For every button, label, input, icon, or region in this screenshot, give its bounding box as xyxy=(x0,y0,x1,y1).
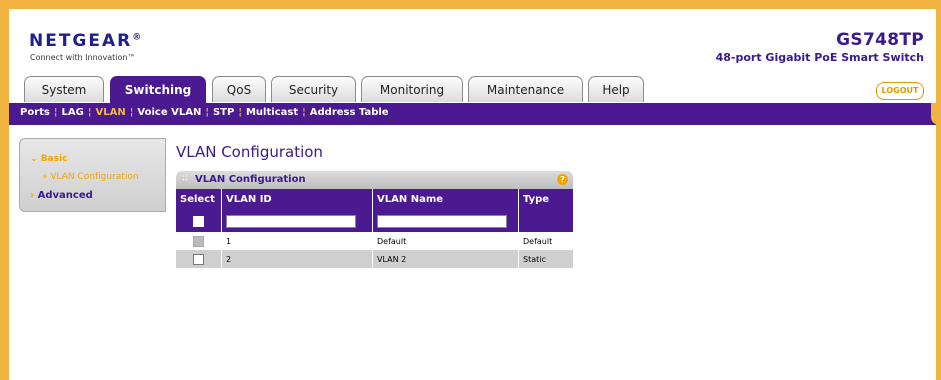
column-type: Type xyxy=(518,189,573,210)
subnav-separator: ¦ xyxy=(302,107,306,118)
new-entry-checkbox[interactable] xyxy=(193,215,204,227)
column-select: Select xyxy=(176,189,222,210)
chevron-right-icon: › xyxy=(30,190,38,201)
subnav-vlan[interactable]: VLAN xyxy=(96,107,126,118)
vlan-id-cell: 2 xyxy=(221,250,373,268)
tab-monitoring[interactable]: Monitoring xyxy=(361,76,463,102)
tab-help[interactable]: Help xyxy=(588,76,644,102)
subnav-address-table[interactable]: Address Table xyxy=(310,107,389,118)
tab-qos[interactable]: QoS xyxy=(212,76,266,102)
sub-navigation: Ports ¦ LAG ¦ VLAN ¦ Voice VLAN ¦ STP ¦ Multicast ¦… xyxy=(9,103,939,125)
header: NETGEAR® Connect with Innovation™ GS748T… xyxy=(9,9,936,74)
sidebar-item-vlan-configuration[interactable]: » VLAN Configuration xyxy=(42,172,139,182)
vlan-name-input[interactable] xyxy=(377,214,507,228)
vlan-type-cell: Static xyxy=(518,250,573,268)
subnav-separator: ¦ xyxy=(53,107,58,118)
vlan-table: Select VLAN ID VLAN Name Type 1 Default … xyxy=(176,189,573,268)
subnav-multicast[interactable]: Multicast xyxy=(246,107,298,118)
sidebar-item-basic[interactable]: ⌄ Basic xyxy=(30,154,67,164)
subnav-voice-vlan[interactable]: Voice VLAN xyxy=(137,107,201,118)
row-checkbox[interactable] xyxy=(193,253,204,265)
subnav-stp[interactable]: STP xyxy=(213,107,234,118)
sidebar: ⌄ Basic » VLAN Configuration › Advanced xyxy=(19,138,166,212)
table-row: 1 Default Default xyxy=(176,232,573,250)
chevron-down-icon: ⌄ xyxy=(30,154,41,164)
model-name: GS748TP xyxy=(836,30,924,50)
help-icon[interactable]: ? xyxy=(557,174,568,185)
type-cell xyxy=(518,210,573,232)
new-entry-row xyxy=(176,210,573,232)
vlan-id-input[interactable] xyxy=(226,214,356,228)
column-vlan-id: VLAN ID xyxy=(221,189,373,210)
vlan-type-cell: Default xyxy=(518,232,573,250)
panel-title: VLAN Configuration xyxy=(195,174,306,185)
subnav-separator: ¦ xyxy=(238,107,242,118)
right-border xyxy=(936,0,941,380)
tab-security[interactable]: Security xyxy=(271,76,356,102)
vlan-name-cell: Default xyxy=(372,232,519,250)
column-vlan-name: VLAN Name xyxy=(372,189,519,210)
subnav-lag[interactable]: LAG xyxy=(62,107,84,118)
subnav-separator: ¦ xyxy=(87,107,92,118)
left-border xyxy=(0,0,9,380)
tagline: Connect with Innovation™ xyxy=(30,53,136,62)
table-header-row: Select VLAN ID VLAN Name Type xyxy=(176,189,573,210)
vlan-id-cell: 1 xyxy=(221,232,373,250)
main-tabs: System Switching QoS Security Monitoring… xyxy=(9,72,936,103)
model-description: 48-port Gigabit PoE Smart Switch xyxy=(715,51,924,64)
tab-switching[interactable]: Switching xyxy=(110,76,206,103)
row-checkbox xyxy=(193,235,204,247)
tab-system[interactable]: System xyxy=(24,76,104,102)
top-border xyxy=(0,0,941,9)
grip-icon: :: xyxy=(182,173,189,183)
page-title: VLAN Configuration xyxy=(176,143,323,161)
vlan-configuration-panel: :: VLAN Configuration ? Select VLAN ID V… xyxy=(176,171,573,275)
sidebar-item-advanced[interactable]: › Advanced xyxy=(30,190,93,201)
panel-header: :: VLAN Configuration ? xyxy=(176,171,573,189)
table-row: 2 VLAN 2 Static xyxy=(176,250,573,268)
netgear-logo: NETGEAR® xyxy=(29,31,144,51)
subnav-separator: ¦ xyxy=(205,107,209,118)
tab-maintenance[interactable]: Maintenance xyxy=(468,76,583,102)
subnav-ports[interactable]: Ports xyxy=(20,107,50,118)
subnav-separator: ¦ xyxy=(129,107,134,118)
app-window: NETGEAR® Connect with Innovation™ GS748T… xyxy=(0,0,941,380)
vlan-name-cell: VLAN 2 xyxy=(372,250,519,268)
subnav-corner xyxy=(931,103,939,125)
logout-button[interactable]: LOGOUT xyxy=(876,82,924,100)
